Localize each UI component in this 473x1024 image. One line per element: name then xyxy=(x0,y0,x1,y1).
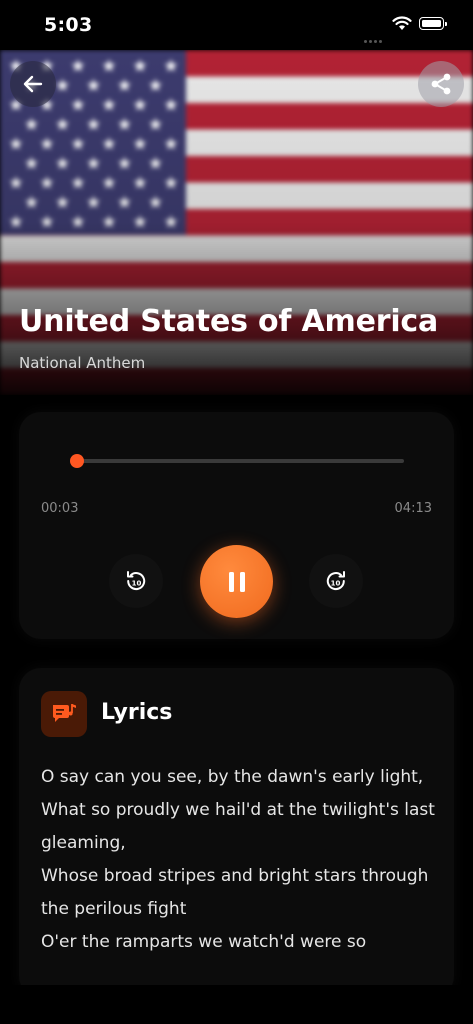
rewind-10-icon: 10 xyxy=(127,571,146,591)
signal-icon xyxy=(364,28,386,43)
rewind-10-button[interactable]: 10 xyxy=(109,554,163,608)
share-icon xyxy=(431,73,451,95)
lyrics-icon xyxy=(41,691,87,737)
forward-10-button[interactable]: 10 xyxy=(309,554,363,608)
lyrics-text: O say can you see, by the dawn's early l… xyxy=(41,761,436,959)
lyrics-line: O'er the ramparts we watch'd were so xyxy=(41,932,367,952)
pause-icon xyxy=(228,571,245,592)
progress-slider[interactable] xyxy=(69,454,404,468)
status-time: 5:03 xyxy=(44,14,93,36)
lyrics-line: O say can you see, by the dawn's early l… xyxy=(41,767,424,787)
lyrics-line: What so proudly we hail'd at the twiligh… xyxy=(41,800,435,853)
wifi-icon xyxy=(392,16,412,30)
player-card: 00:03 04:13 10 10 xyxy=(19,412,454,639)
pause-button[interactable] xyxy=(200,545,273,618)
lyrics-card: Lyrics O say can you see, by the dawn's … xyxy=(19,668,454,998)
arrow-left-icon xyxy=(23,75,43,93)
lyrics-heading: Lyrics xyxy=(101,700,173,725)
progress-thumb[interactable] xyxy=(69,454,84,468)
lyrics-line: Whose broad stripes and bright stars thr… xyxy=(41,866,429,919)
svg-text:10: 10 xyxy=(331,579,341,587)
status-bar: 5:03 xyxy=(0,0,473,50)
hero-gradient xyxy=(0,50,473,395)
battery-icon xyxy=(419,17,447,30)
svg-text:10: 10 xyxy=(132,579,142,587)
page-title: United States of America xyxy=(19,304,439,339)
total-time: 04:13 xyxy=(394,501,432,516)
share-button[interactable] xyxy=(418,61,464,107)
forward-10-icon: 10 xyxy=(326,571,345,591)
page-subtitle: National Anthem xyxy=(19,354,146,372)
current-time: 00:03 xyxy=(41,501,79,516)
back-button[interactable] xyxy=(10,61,56,107)
bottom-safe-area xyxy=(0,985,473,1024)
hero-banner: United States of America National Anthem xyxy=(0,50,473,395)
